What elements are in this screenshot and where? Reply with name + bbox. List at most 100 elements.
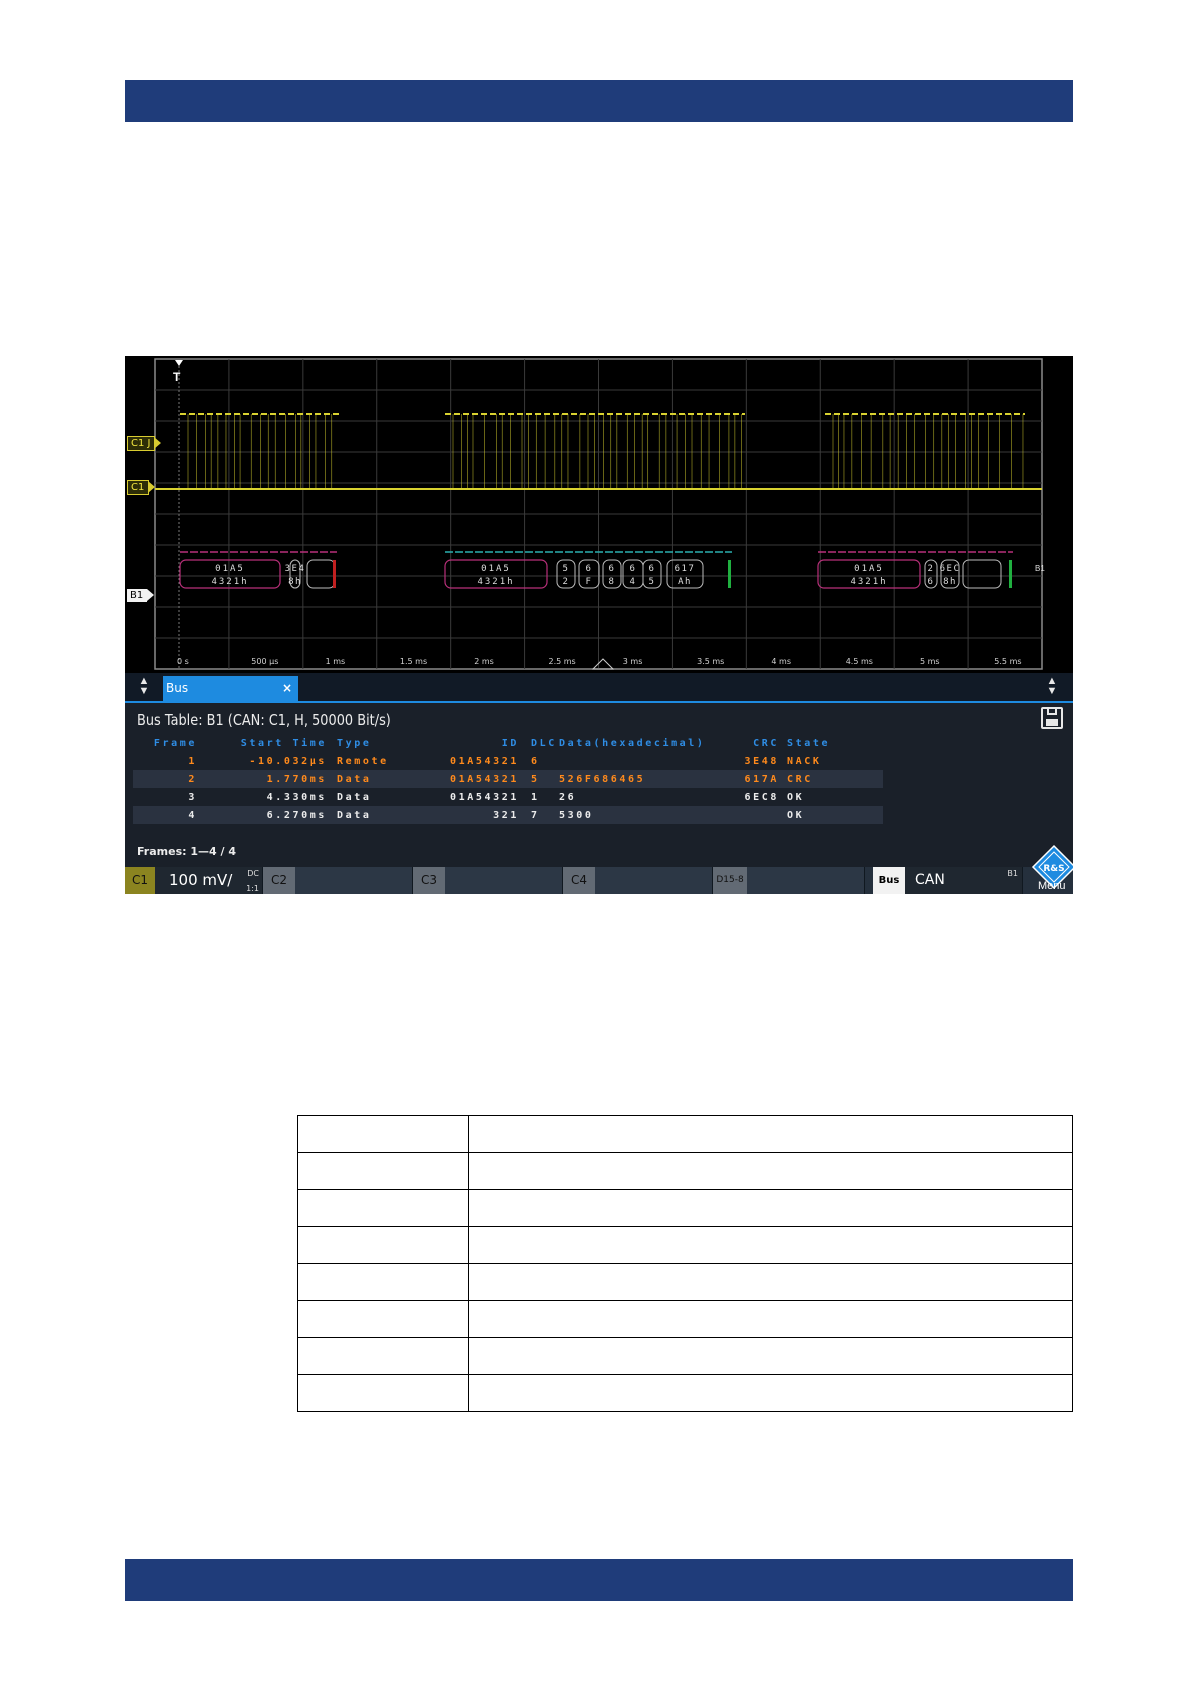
time-tick-label: 2 ms	[474, 657, 494, 666]
bus-table-panel: Bus Table: B1 (CAN: C1, H, 50000 Bit/s) …	[125, 703, 1073, 867]
tab-bus[interactable]: Bus ×	[163, 676, 298, 701]
scroll-updown-left-icon[interactable]: ▲ ▼	[131, 676, 157, 698]
b1-id-text: 01A5	[481, 564, 511, 574]
table-row	[297, 1374, 1073, 1412]
time-tick-label: 4.5 ms	[845, 657, 873, 666]
b1-data-box	[306, 559, 336, 589]
bus-chip[interactable]: Bus	[873, 867, 905, 894]
b1-id-text: 4321h	[211, 577, 248, 587]
col-id: ID	[501, 738, 519, 749]
bus-id: B1	[1007, 869, 1018, 878]
b1-end-marker	[728, 560, 731, 588]
logo-text: R&S	[1043, 864, 1064, 874]
bus-table-title: Bus Table: B1 (CAN: C1, H, 50000 Bit/s)	[137, 711, 391, 729]
col-crc: CRC	[753, 738, 779, 749]
col-data: Data(hexadecimal)	[559, 738, 706, 749]
c4-chip[interactable]: C4	[563, 867, 595, 894]
table-row[interactable]: 1 -10.032µs Remote 01A54321 6 3E48 NACK	[133, 752, 883, 770]
b1-data-text: 617	[675, 564, 696, 574]
scroll-updown-right-icon[interactable]: ▲ ▼	[1039, 676, 1065, 698]
time-tick-label: 3 ms	[622, 657, 643, 666]
frames-summary: Frames: 1—4 / 4	[137, 845, 236, 858]
c4-chip-label: C4	[570, 873, 587, 887]
footer-band	[125, 1559, 1073, 1601]
table-cell	[468, 1374, 1073, 1412]
time-tick-label: 5.5 ms	[994, 657, 1022, 666]
tab-row: ▲ ▼ Bus × ▲ ▼	[125, 673, 1073, 703]
c3-box[interactable]	[445, 867, 563, 894]
cell-id: 01A54321	[450, 755, 519, 767]
tab-bus-label: Bus	[166, 681, 189, 695]
cell-crc: 3E48	[744, 755, 779, 767]
b1-data-text: 2	[928, 564, 935, 574]
table-row	[297, 1189, 1073, 1227]
cell-crc: 617A	[731, 770, 787, 788]
table-row	[297, 1337, 1073, 1375]
b1-end-marker	[333, 560, 336, 588]
c4-box[interactable]	[595, 867, 713, 894]
b1-id-text: 01A5	[215, 564, 245, 574]
c3-chip[interactable]: C3	[413, 867, 445, 894]
time-tick-label: 0 s	[177, 657, 189, 666]
table-cell	[468, 1263, 1073, 1301]
table-row[interactable]: 2 1.770ms Data 01A54321 5 526F686465 617A CRC	[133, 770, 883, 788]
c1-label[interactable]: C1	[127, 480, 156, 495]
cell-dlc: 1	[531, 791, 540, 803]
b1-label[interactable]: B1	[127, 589, 155, 602]
table-cell	[297, 1115, 469, 1153]
cell-id: 321	[427, 806, 527, 824]
b1-data-box	[962, 559, 1002, 589]
c2-chip[interactable]: C2	[263, 867, 295, 894]
bus-table: Frame Start Time Type ID DLC Data(hexade…	[133, 735, 883, 824]
time-tick-label: 1 ms	[325, 657, 346, 666]
b1-data-text: 5	[649, 577, 656, 587]
table-row	[297, 1300, 1073, 1338]
c1-threshold-label[interactable]: C1 J	[127, 436, 163, 451]
cell-state: CRC	[787, 770, 883, 788]
table-cell	[468, 1189, 1073, 1227]
menu-button[interactable]: R&S Menu	[1031, 844, 1073, 892]
b1-data-text: 2	[563, 577, 570, 587]
b1-data-text: 6	[649, 564, 656, 574]
c1-chip[interactable]: C1	[125, 867, 155, 894]
cell-type: Remote	[337, 755, 389, 767]
table-row	[297, 1263, 1073, 1301]
cell-data	[559, 752, 731, 770]
table-cell	[297, 1189, 469, 1227]
table-row[interactable]: 4 6.270ms Data 321 7 5300 OK	[133, 806, 883, 824]
bus-protocol: CAN	[915, 872, 945, 888]
cell-frame: 2	[133, 770, 209, 788]
b1-data-text: 6EC	[940, 564, 961, 574]
b1-right-label: B1	[1035, 564, 1045, 573]
table-cell	[468, 1115, 1073, 1153]
col-frame: Frame	[153, 738, 197, 749]
time-tick-label: 5 ms	[920, 657, 940, 666]
digital-chip[interactable]: D15-8	[713, 867, 747, 894]
b1-id-text: 4321h	[477, 577, 514, 587]
trigger-marker: T	[173, 370, 181, 384]
trigger-arrow-icon	[175, 360, 183, 366]
table-cell	[468, 1337, 1073, 1375]
table-cell	[297, 1152, 469, 1190]
b1-data-text: 6	[630, 564, 637, 574]
waveform-area: 01A5 4321h 3E4 8h 01A5 4321h 5 2 6 F 6 8 6 4 6 5 617 Ah 01…	[154, 358, 1043, 670]
table-row	[297, 1152, 1073, 1190]
cell-data: 26	[559, 791, 577, 803]
cell-start-time: 6.270ms	[209, 806, 337, 824]
close-icon[interactable]: ×	[282, 676, 292, 701]
digital-box[interactable]	[747, 867, 865, 894]
col-type: Type	[337, 738, 372, 749]
col-dlc: DLC	[531, 738, 557, 749]
c1-scale-box[interactable]: 100 mV/ DC 1:1	[155, 867, 263, 894]
c2-box[interactable]	[295, 867, 413, 894]
c1-coupling: DC	[247, 869, 259, 878]
b1-data-text: 6	[609, 564, 616, 574]
table-row[interactable]: 3 4.330ms Data 01A54321 1 26 6EC8 OK	[133, 788, 883, 806]
time-tick-label: 3.5 ms	[697, 657, 725, 666]
cell-state: NACK	[787, 755, 822, 767]
b1-data-text: F	[586, 577, 593, 587]
bus-box[interactable]: CAN B1	[905, 867, 1023, 894]
table-row	[297, 1226, 1073, 1264]
save-icon[interactable]	[1041, 707, 1063, 729]
cell-dlc: 7	[527, 806, 559, 824]
